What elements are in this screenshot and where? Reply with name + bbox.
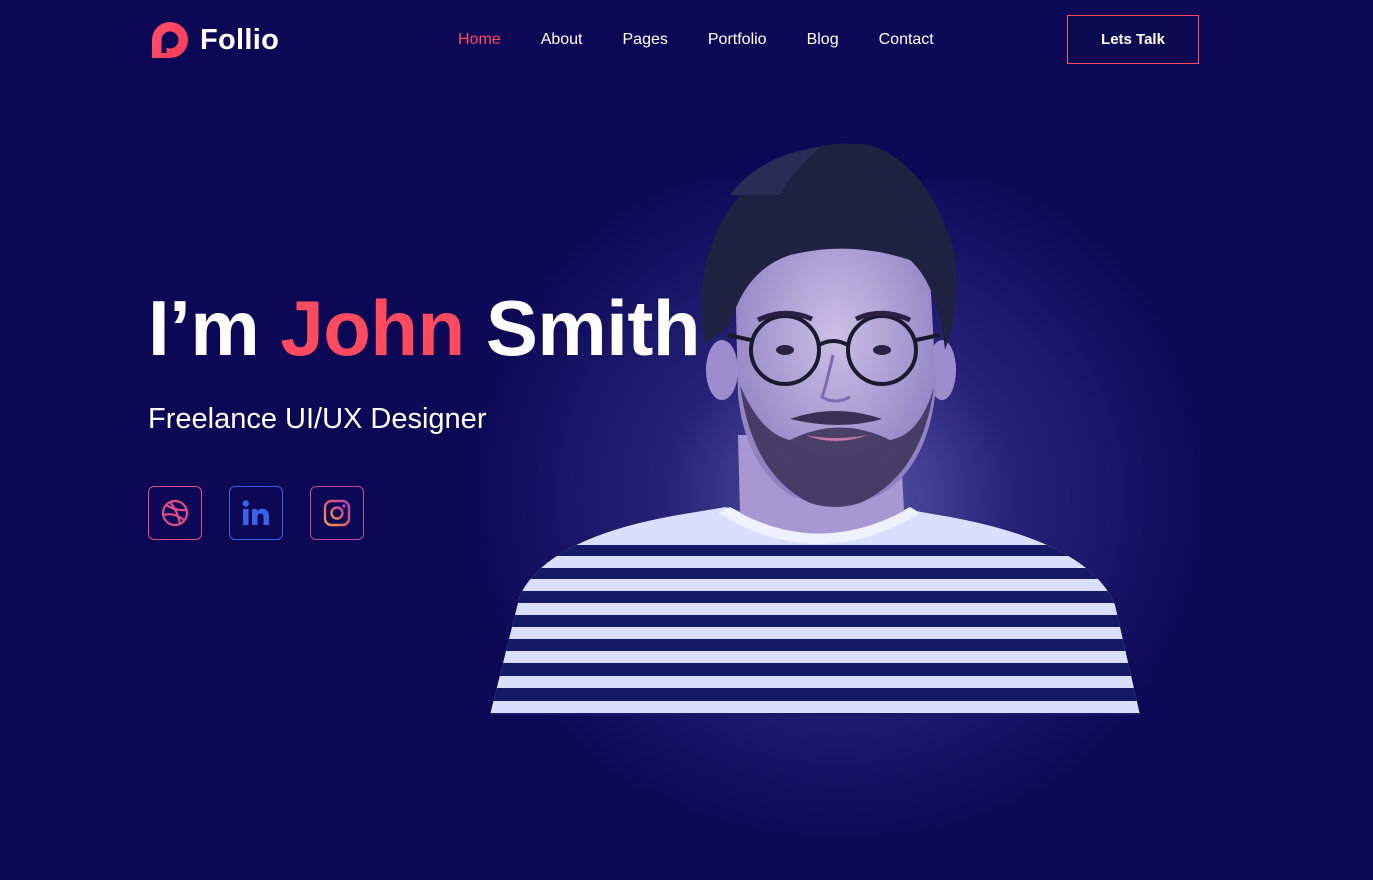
hero-subtitle: Freelance UI/UX Designer: [148, 403, 487, 435]
brand-name: Follio: [200, 23, 280, 56]
nav-home[interactable]: Home: [458, 30, 501, 50]
nav-portfolio[interactable]: Portfolio: [708, 30, 767, 50]
dribbble-icon: [161, 499, 189, 527]
hero-first-name: John: [280, 284, 465, 372]
hero-title: I’m John Smith: [148, 282, 701, 374]
hero-last-name: Smith: [485, 284, 701, 372]
nav-contact[interactable]: Contact: [879, 30, 934, 50]
main-nav: Home About Pages Portfolio Blog Contact: [458, 30, 974, 50]
profile-photo: [490, 143, 1140, 715]
nav-about[interactable]: About: [541, 30, 583, 50]
hero-greeting: I’m: [148, 284, 260, 372]
site-header: Follio Home About Pages Portfolio Blog C…: [0, 0, 1373, 80]
dribbble-link[interactable]: [148, 486, 202, 540]
lets-talk-button[interactable]: Lets Talk: [1067, 15, 1199, 64]
logo[interactable]: Follio: [148, 18, 279, 62]
linkedin-link[interactable]: [229, 486, 283, 540]
nav-blog[interactable]: Blog: [807, 30, 839, 50]
social-links: [148, 486, 364, 540]
instagram-icon: [323, 499, 351, 527]
logo-icon: [152, 22, 188, 58]
nav-pages[interactable]: Pages: [623, 30, 668, 50]
instagram-link[interactable]: [310, 486, 364, 540]
linkedin-icon: [242, 500, 269, 525]
